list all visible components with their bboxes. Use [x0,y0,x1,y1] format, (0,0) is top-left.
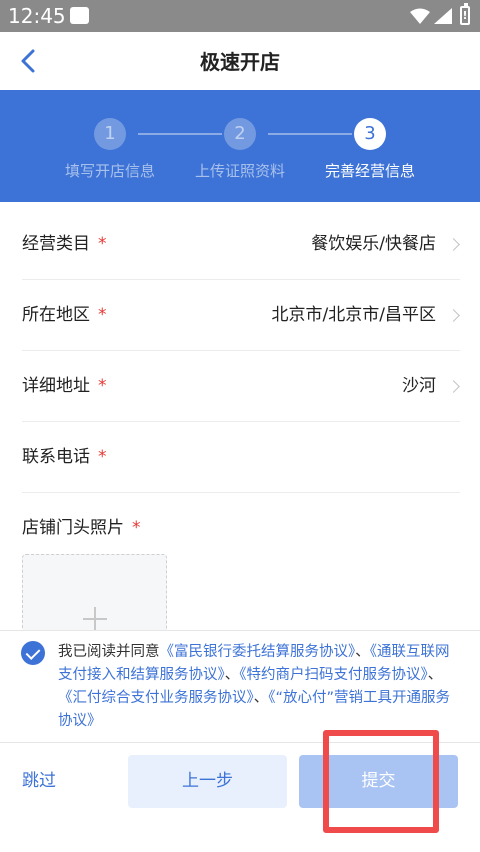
storefront-photo-upload[interactable] [22,554,167,630]
step-connector [138,133,222,135]
required-mark: * [132,518,141,538]
separator: 、 [427,667,443,683]
steps-progress: 1 2 3 填写开店信息 上传证照资料 完善经营信息 [0,90,480,202]
agreement-checkbox[interactable] [21,641,45,665]
chevron-right-icon [447,380,460,393]
app-header: 极速开店 [0,32,480,90]
skip-button[interactable]: 跳过 [22,769,56,793]
agreement-link-qr-pay[interactable]: 《特约商户扫码支付服务协议》 [239,667,428,683]
field-label: 详细地址 * [22,376,107,396]
agreement-text: 我已阅读并同意《富民银行委托结算服务协议》、《通联互联网支付接入和结算服务协议》… [58,641,462,733]
chevron-right-icon [447,309,460,322]
field-value: 北京市/北京市/昌平区 [271,305,436,325]
step-2-label: 上传证照资料 [194,162,285,180]
required-mark: * [98,376,107,396]
separator: 、 [224,667,240,683]
wifi-icon [410,8,430,24]
step-connector [268,133,352,135]
step-2-circle: 2 [224,118,256,150]
required-mark: * [98,305,107,325]
battery-icon: ! [460,3,470,25]
field-label: 所在地区 * [22,305,107,325]
field-business-category[interactable]: 经营类目 * 餐饮娱乐/快餐店 [22,210,460,280]
business-info-form: 经营类目 * 餐饮娱乐/快餐店 所在地区 * 北京市/北京市/昌平区 详细地址 * 沙… [0,202,480,630]
storefront-photo-label: 店铺门头照片 * [22,518,141,538]
separator: 、 [355,644,370,660]
note-icon [70,7,89,24]
step-3-label: 完善经营信息 [324,162,415,180]
signal-icon [434,8,452,24]
submit-button[interactable]: 提交 [299,755,458,808]
agreement-link-huifu[interactable]: 《汇付综合支付业务服务协议》 [58,690,254,706]
step-1-label: 填写开店信息 [64,162,155,180]
step-3-circle: 3 [354,118,386,150]
agreement-link-fumin[interactable]: 《富民银行委托结算服务协议》 [160,644,356,660]
field-contact-phone[interactable]: 联系电话 * [22,423,460,493]
required-mark: * [98,447,107,467]
field-value: 沙河 [402,376,436,396]
separator: 、 [253,690,269,706]
field-detail-address[interactable]: 详细地址 * 沙河 [22,352,460,422]
agreement-section: 我已阅读并同意《富民银行委托结算服务协议》、《通联互联网支付接入和结算服务协议》… [0,630,480,742]
prev-step-button[interactable]: 上一步 [128,755,287,808]
plus-icon [83,607,107,630]
chevron-right-icon [447,238,460,251]
status-bar: 12:45 ! [0,0,480,32]
bottom-action-bar: 跳过 上一步 提交 [0,742,480,852]
step-1-circle: 1 [94,118,126,150]
field-label: 联系电话 * [22,447,107,467]
required-mark: * [98,234,107,254]
status-time: 12:45 [8,4,66,28]
field-value: 餐饮娱乐/快餐店 [311,234,436,254]
page-title: 极速开店 [200,50,280,74]
field-label: 经营类目 * [22,234,107,254]
field-region[interactable]: 所在地区 * 北京市/北京市/昌平区 [22,281,460,351]
agreement-prefix: 我已阅读并同意 [58,644,160,660]
